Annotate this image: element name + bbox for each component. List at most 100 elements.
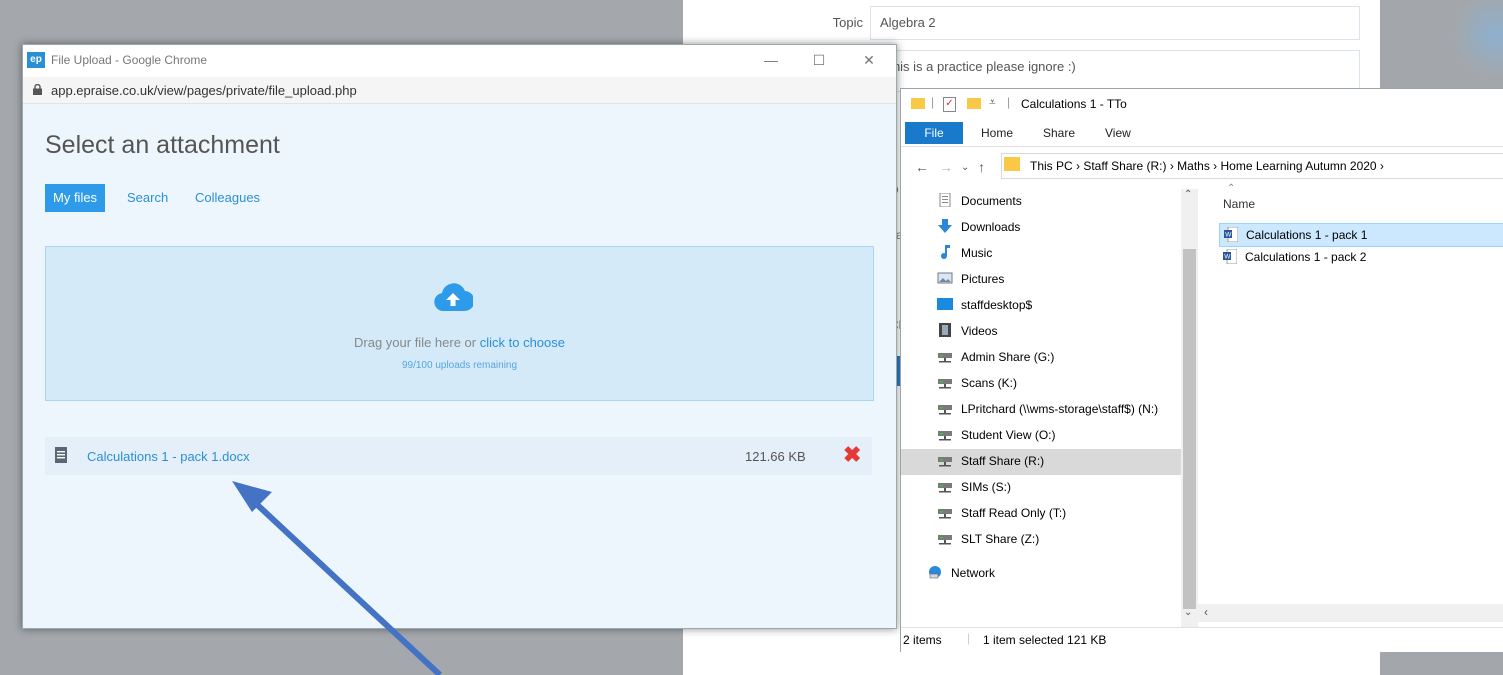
- network-drive-icon: [938, 535, 952, 545]
- maximize-button[interactable]: ☐: [799, 47, 839, 73]
- ribbon-tabs: File Home Share View: [901, 120, 1503, 147]
- topic-field[interactable]: [870, 6, 1360, 40]
- nav-item-sims[interactable]: SIMs (S:): [923, 475, 1183, 501]
- explorer-titlebar[interactable]: | ✓ ⩡ | Calculations 1 - TTo: [901, 89, 1503, 119]
- up-arrow-icon[interactable]: ↑: [978, 159, 985, 175]
- file-item-pack-1[interactable]: W Calculations 1 - pack 1: [1219, 223, 1503, 247]
- folder-icon: [1004, 157, 1020, 171]
- nav-item-label: Network: [951, 566, 996, 580]
- network-drive-icon: [938, 353, 952, 363]
- uploads-remaining: 99/100 uploads remaining: [401, 360, 518, 371]
- status-selection: 1 item selected 121 KB: [983, 633, 1107, 647]
- page-title: Select an attachment: [45, 131, 280, 159]
- nav-item-music[interactable]: Music: [923, 241, 1183, 267]
- nav-item-scans[interactable]: Scans (K:): [923, 371, 1183, 397]
- dropzone-instructions: Drag your file here or click to choose: [45, 335, 874, 350]
- nav-item-admin-share[interactable]: Admin Share (G:): [923, 345, 1183, 371]
- nav-item-label: Staff Share (R:): [961, 454, 1045, 468]
- lock-icon: [33, 84, 42, 95]
- nav-item-label: LPritchard (\\wms-storage\staff$) (N:): [961, 402, 1159, 416]
- forward-arrow-icon[interactable]: →: [939, 159, 953, 175]
- back-arrow-icon[interactable]: ←: [915, 159, 929, 175]
- nav-item-videos[interactable]: Videos: [923, 319, 1183, 345]
- status-bar: 2 items | 1 item selected 121 KB: [901, 627, 1503, 652]
- network-drive-icon: [938, 457, 952, 467]
- nav-item-label: SLT Share (Z:): [961, 532, 1040, 546]
- nav-item-documents[interactable]: Documents: [923, 189, 1183, 215]
- nav-item-staff-share[interactable]: Staff Share (R:): [901, 449, 1181, 475]
- ribbon-tab-view[interactable]: View: [1105, 126, 1131, 140]
- description-text: This is a practice please ignore :): [885, 59, 1076, 74]
- file-explorer-window: | ✓ ⩡ | Calculations 1 - TTo File Home S…: [900, 88, 1503, 652]
- nav-item-network[interactable]: Network: [913, 561, 1173, 587]
- nav-item-label: Pictures: [961, 272, 1005, 286]
- svg-text:W: W: [1224, 254, 1231, 261]
- nav-item-label: Downloads: [961, 220, 1021, 234]
- window-titlebar[interactable]: ep File Upload - Google Chrome — ☐ ✕: [23, 45, 896, 77]
- desktop-icon: [937, 298, 953, 310]
- recent-locations-icon[interactable]: ⌄: [961, 162, 969, 173]
- drag-text: Drag your file here or: [354, 335, 480, 350]
- address-bar[interactable]: app.epraise.co.uk/view/pages/private/fil…: [23, 77, 896, 104]
- nav-item-lpritchard[interactable]: LPritchard (\\wms-storage\staff$) (N:): [923, 397, 1183, 423]
- tab-colleagues[interactable]: Colleagues: [195, 190, 260, 205]
- new-folder-icon[interactable]: [967, 98, 981, 109]
- ribbon-tab-share[interactable]: Share: [1043, 126, 1075, 140]
- column-header-name[interactable]: Name: [1223, 197, 1255, 211]
- file-name: Calculations 1 - pack 2: [1245, 250, 1367, 264]
- close-button[interactable]: ✕: [849, 47, 889, 73]
- network-icon: [929, 566, 941, 579]
- file-item-pack-2[interactable]: W Calculations 1 - pack 2: [1219, 246, 1503, 268]
- word-document-icon: W: [1223, 249, 1237, 264]
- quick-access-dropdown-icon[interactable]: ⩡: [989, 95, 996, 110]
- nav-item-label: SIMs (S:): [961, 480, 1011, 494]
- file-dropzone[interactable]: [45, 246, 874, 401]
- network-drive-icon: [938, 405, 952, 415]
- window-title: File Upload - Google Chrome: [51, 53, 208, 67]
- explorer-address-bar[interactable]: This PC › Staff Share (R:) › Maths › Hom…: [1001, 153, 1503, 179]
- file-name: Calculations 1 - pack 1: [1246, 228, 1368, 242]
- navigation-pane: Documents Downloads Music Pictures staff…: [901, 185, 1196, 625]
- cloud-upload-icon: [434, 283, 473, 312]
- tab-search[interactable]: Search: [127, 190, 168, 205]
- toolbar-separator: |: [931, 95, 935, 109]
- network-drive-icon: [938, 509, 952, 519]
- scroll-left-icon[interactable]: ‹: [1204, 605, 1208, 619]
- background-decoration: [1455, 0, 1503, 80]
- minimize-button[interactable]: —: [751, 47, 791, 73]
- attached-file-row: Calculations 1 - pack 1.docx 121.66 KB ✖: [45, 437, 872, 475]
- nav-item-label: Videos: [961, 324, 998, 338]
- word-document-icon: W: [1224, 227, 1238, 242]
- nav-item-staffdesktop[interactable]: staffdesktop$: [923, 293, 1183, 319]
- nav-item-label: Scans (K:): [961, 376, 1018, 390]
- nav-item-label: Documents: [961, 194, 1022, 208]
- remove-file-icon[interactable]: ✖: [843, 442, 861, 468]
- nav-item-label: Music: [961, 246, 993, 260]
- nav-item-student-view[interactable]: Student View (O:): [923, 423, 1183, 449]
- network-drive-icon: [938, 379, 952, 389]
- sort-ascending-icon: ⌃: [1227, 183, 1236, 194]
- nav-item-label: Admin Share (G:): [961, 350, 1055, 364]
- ribbon-tab-file[interactable]: File: [905, 122, 963, 144]
- navigation-row: ← → ⌄ ↑ This PC › Staff Share (R:) › Mat…: [901, 151, 1503, 181]
- properties-icon[interactable]: ✓: [943, 97, 956, 112]
- nav-item-pictures[interactable]: Pictures: [923, 267, 1183, 293]
- nav-item-label: Staff Read Only (T:): [961, 506, 1067, 520]
- tab-my-files[interactable]: My files: [45, 184, 106, 212]
- music-icon: [941, 245, 950, 259]
- toolbar-separator: |: [1007, 95, 1011, 109]
- nav-item-downloads[interactable]: Downloads: [923, 215, 1183, 241]
- address-path: This PC › Staff Share (R:) › Maths › Hom…: [1030, 159, 1384, 173]
- explorer-title: Calculations 1 - TTo: [1021, 97, 1127, 111]
- nav-item-slt-share[interactable]: SLT Share (Z:): [923, 527, 1183, 553]
- chrome-popup-window: ep File Upload - Google Chrome — ☐ ✕ app…: [22, 44, 897, 629]
- nav-item-staff-read-only[interactable]: Staff Read Only (T:): [923, 501, 1183, 527]
- topic-label: Topic: [832, 15, 863, 30]
- horizontal-scrollbar[interactable]: ‹: [1198, 604, 1503, 622]
- folder-icon: [911, 98, 925, 109]
- ribbon-tab-home[interactable]: Home: [981, 126, 1013, 140]
- attached-file-name[interactable]: Calculations 1 - pack 1.docx: [87, 449, 250, 464]
- click-to-choose-link[interactable]: click to choose: [480, 335, 565, 350]
- status-item-count: 2 items: [903, 633, 942, 647]
- video-icon: [939, 323, 951, 337]
